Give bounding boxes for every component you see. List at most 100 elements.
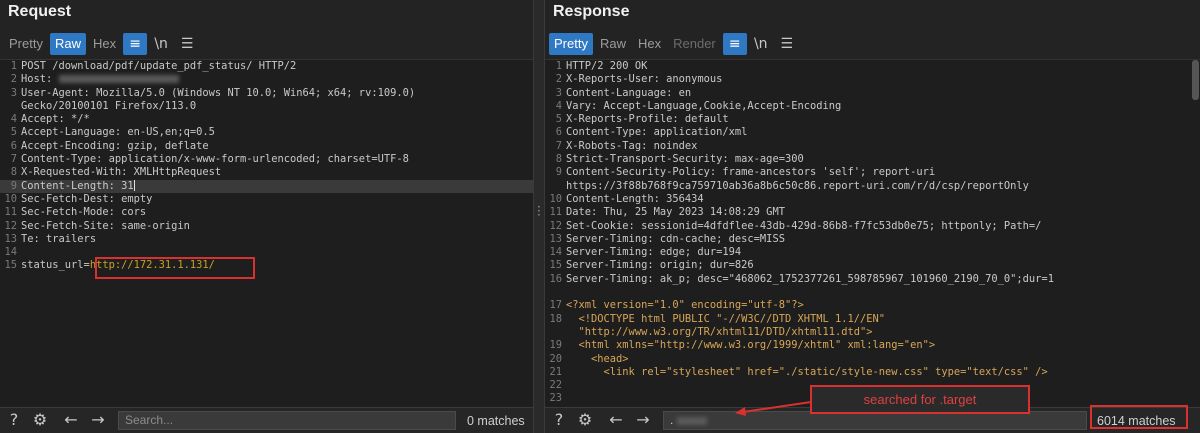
request-line-number: 15 <box>4 259 17 272</box>
request-line-number: 6 <box>10 139 17 152</box>
request-line: 3 User-Agent: Mozilla/5.0 (Windows NT 10.… <box>0 87 533 100</box>
redacted-search-text <box>677 416 708 425</box>
response-tab-render[interactable]: Render <box>668 33 721 55</box>
request-line-text: Sec-Fetch-Mode: cors <box>21 206 147 219</box>
response-line: 6 Content-Type: application/xml <box>545 126 1200 139</box>
response-line: https://3f88b768f9ca759710ab36a8b6c50c86… <box>545 180 1200 193</box>
response-line: 21 <link rel="stylesheet" href="./static… <box>545 366 1200 379</box>
request-menu-icon[interactable]: ☰ <box>175 33 199 55</box>
request-line: 7 Content-Type: application/x-www-form-ur… <box>0 153 533 166</box>
request-tab-raw[interactable]: Raw <box>49 33 86 55</box>
response-line-number: 8 <box>555 153 562 166</box>
help-icon[interactable]: ? <box>3 410 25 430</box>
request-line-text: Sec-Fetch-Site: same-origin <box>21 219 190 232</box>
pane-splitter[interactable]: · · · <box>533 0 545 433</box>
response-line-text: <html xmlns="http://www.w3.org/1999/xhtm… <box>566 339 936 352</box>
request-line-text: Sec-Fetch-Dest: empty <box>21 192 153 205</box>
next-match-icon[interactable]: → <box>632 410 654 430</box>
response-title: Response <box>553 3 630 20</box>
request-line-number: 5 <box>10 126 17 139</box>
request-line: 2 Host: <box>0 73 533 86</box>
request-pane: Request Pretty Raw Hex ≡ \n ☰ 1 POST /dow… <box>0 0 533 433</box>
response-line: 1 HTTP/2 200 OK <box>545 60 1200 73</box>
request-line-text: Content-Length: 31 <box>21 179 134 192</box>
response-line: "http://www.w3.org/TR/xhtml11/DTD/xhtml1… <box>545 326 1200 339</box>
request-line: 9 Content-Length: 31 <box>0 179 533 193</box>
response-line: 7 X-Robots-Tag: noindex <box>545 140 1200 153</box>
gear-icon[interactable]: ⚙ <box>573 410 597 430</box>
request-wrap-toggle-icon[interactable]: ≡ <box>123 33 148 55</box>
request-tab-hex[interactable]: Hex <box>88 33 121 55</box>
request-line-number: 11 <box>4 206 17 219</box>
response-line-number: 5 <box>555 113 562 126</box>
response-tab-hex[interactable]: Hex <box>633 33 666 55</box>
request-line-text: X-Requested-With: XMLHttpRequest <box>21 166 222 179</box>
response-line-text: <!DOCTYPE html PUBLIC "-//W3C//DTD XHTML… <box>566 312 886 325</box>
request-line: 10 Sec-Fetch-Dest: empty <box>0 193 533 206</box>
request-line-number: 7 <box>10 153 17 166</box>
response-line-text: Date: Thu, 25 May 2023 14:08:29 GMT <box>566 206 785 219</box>
request-line: 6 Accept-Encoding: gzip, deflate <box>0 140 533 153</box>
request-line-text: POST /download/pdf/update_pdf_status/ HT… <box>21 60 297 72</box>
response-line-text: <link rel="stylesheet" href="./static/st… <box>566 365 1048 378</box>
response-newline-toggle-icon[interactable]: \n <box>749 33 773 55</box>
response-line-text: X-Robots-Tag: noindex <box>566 139 698 152</box>
response-line-text: Server-Timing: edge; dur=194 <box>566 246 742 259</box>
response-line-text: HTTP/2 200 OK <box>566 60 648 72</box>
gear-icon[interactable]: ⚙ <box>28 410 52 430</box>
response-line-text: Strict-Transport-Security: max-age=300 <box>566 153 804 166</box>
response-line: 5 X-Reports-Profile: default <box>545 113 1200 126</box>
response-menu-icon[interactable]: ☰ <box>775 33 799 55</box>
response-line: 3 Content-Language: en <box>545 87 1200 100</box>
response-line: 14 Server-Timing: edge; dur=194 <box>545 246 1200 259</box>
response-line: 13 Server-Timing: cdn-cache; desc=MISS <box>545 233 1200 246</box>
request-title: Request <box>8 3 72 20</box>
request-line: 15 status_url=http://172.31.1.131/ <box>0 259 533 272</box>
help-icon[interactable]: ? <box>548 410 570 430</box>
response-line-number: 16 <box>549 272 562 285</box>
response-line-text: "http://www.w3.org/TR/xhtml11/DTD/xhtml1… <box>566 325 873 338</box>
previous-match-icon[interactable]: ← <box>605 410 627 430</box>
request-line-text: Te: trailers <box>21 232 97 245</box>
response-line <box>545 286 1200 299</box>
response-pane: Response Pretty Raw Hex Render ≡ \n ☰ 1H… <box>545 0 1200 433</box>
text-cursor <box>133 180 135 192</box>
request-tab-pretty[interactable]: Pretty <box>4 33 48 55</box>
request-line: 14 <box>0 246 533 259</box>
response-search-value: . <box>670 413 674 427</box>
response-tab-pretty[interactable]: Pretty <box>549 33 593 55</box>
response-line: 19 <html xmlns="http://www.w3.org/1999/x… <box>545 339 1200 352</box>
response-line-text: Set-Cookie: sessionid=4dfdflee-43db-429d… <box>566 219 1042 232</box>
request-editor[interactable]: 1 POST /download/pdf/update_pdf_status/ H… <box>0 59 533 407</box>
response-line-text: Content-Language: en <box>566 86 692 99</box>
response-line-number: 6 <box>555 126 562 139</box>
request-match-count: 0 matches <box>467 414 525 428</box>
request-line-text: Gecko/20100101 Firefox/113.0 <box>21 99 197 112</box>
request-newline-toggle-icon[interactable]: \n <box>149 33 173 55</box>
response-line-number: 14 <box>549 246 562 259</box>
response-line: 18 <!DOCTYPE html PUBLIC "-//W3C//DTD XH… <box>545 313 1200 326</box>
next-match-icon[interactable]: → <box>87 410 109 430</box>
response-wrap-toggle-icon[interactable]: ≡ <box>722 33 747 55</box>
previous-match-icon[interactable]: ← <box>60 410 82 430</box>
request-line-number: 9 <box>10 179 17 192</box>
response-line-number: 3 <box>555 86 562 99</box>
response-line-text: Vary: Accept-Language,Cookie,Accept-Enco… <box>566 99 842 112</box>
response-line-text: <head> <box>566 352 629 365</box>
response-scrollbar[interactable] <box>1192 60 1199 100</box>
response-tab-raw[interactable]: Raw <box>595 33 631 55</box>
request-line-text: Accept-Language: en-US,en;q=0.5 <box>21 126 215 139</box>
response-line-text: <?xml version="1.0" encoding="utf-8"?> <box>566 299 804 312</box>
response-line-number: 21 <box>549 365 562 378</box>
response-line-number: 13 <box>549 232 562 245</box>
response-editor[interactable]: 1 HTTP/2 200 OK 2 X-Reports-User: anonymous… <box>545 59 1200 407</box>
response-line-number: 17 <box>549 299 562 312</box>
response-line: 10 Content-Length: 356434 <box>545 193 1200 206</box>
response-line-number: 18 <box>549 312 562 325</box>
request-line: 4 Accept: */* <box>0 113 533 126</box>
response-line-number: 15 <box>549 259 562 272</box>
request-search-input[interactable]: Search... <box>118 411 456 430</box>
response-line-number: 22 <box>549 379 562 392</box>
response-line-text: X-Reports-User: anonymous <box>566 73 723 86</box>
request-line-number: 8 <box>10 166 17 179</box>
